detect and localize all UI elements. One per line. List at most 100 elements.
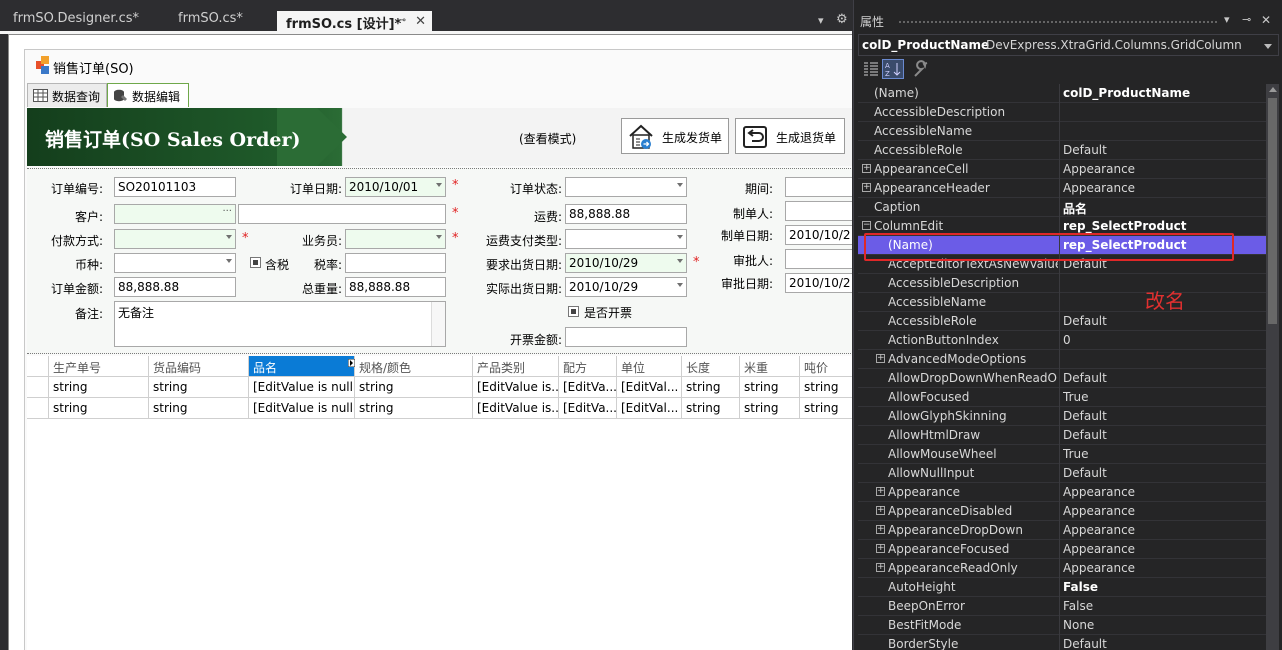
scrollbar-thumb[interactable] [1268,98,1277,324]
property-value[interactable]: False [1063,580,1263,594]
chevron-down-icon[interactable] [677,259,683,263]
chevron-down-icon[interactable] [226,259,232,263]
column-header-product-code[interactable]: 货品编码 [149,356,249,377]
row-indicator[interactable] [27,398,49,419]
expand-icon[interactable]: + [876,525,885,534]
property-value[interactable]: True [1063,447,1263,461]
property-row[interactable]: + AppearanceCell Appearance [858,160,1266,179]
actual-ship-date-input[interactable]: 2010/10/29 [565,277,687,297]
chevron-down-icon[interactable] [436,235,442,239]
grid-cell[interactable]: [EditVa... [559,398,617,419]
grid-cell[interactable]: string [49,398,149,419]
property-row[interactable]: AccessibleDescription [858,103,1266,122]
grid-cell[interactable]: string [149,398,249,419]
expand-icon[interactable]: + [876,487,885,496]
property-value[interactable]: Appearance [1063,162,1263,176]
property-value[interactable]: False [1063,599,1263,613]
order-no-input[interactable]: SO20101103 [114,177,236,197]
grid-cell[interactable]: string [740,398,800,419]
order-amount-input[interactable]: 88,888.88 [114,277,236,297]
property-value[interactable]: Appearance [1063,485,1263,499]
tab-data-edit[interactable]: 数据编辑 [107,83,189,107]
property-row[interactable]: AutoHeight False [858,578,1266,597]
property-row[interactable]: BorderStyle Default [858,635,1266,650]
column-header-meter-weight[interactable]: 米重 [740,356,800,377]
pin-icon[interactable]: ⊸ [1242,13,1251,26]
wrench-icon[interactable] [910,59,932,79]
property-row[interactable]: + Appearance Appearance [858,483,1266,502]
grid-cell[interactable]: [EditVal... [617,377,682,398]
grid-cell[interactable]: [EditValue is null] [249,377,355,398]
creator-input[interactable] [785,201,852,221]
gear-icon[interactable]: ⚙ [836,12,848,27]
chevron-down-icon[interactable] [677,283,683,287]
column-header-ton-price[interactable]: 吨价 [800,356,852,377]
grid-cell[interactable]: string [800,377,852,398]
property-value[interactable]: Default [1063,637,1263,650]
freight-pay-select[interactable] [565,229,687,249]
chevron-down-icon[interactable] [677,235,683,239]
expand-icon[interactable]: + [876,544,885,553]
tab-data-query[interactable]: 数据查询 [27,83,107,107]
expand-icon[interactable]: + [876,506,885,515]
customer-name-input[interactable] [238,204,446,224]
column-header-production-no[interactable]: 生产单号 [49,356,149,377]
property-value[interactable]: Default [1063,314,1263,328]
property-value[interactable]: Default [1063,466,1263,480]
grid-cell[interactable]: string [355,377,473,398]
property-row[interactable]: AllowMouseWheel True [858,445,1266,464]
required-ship-date-input[interactable]: 2010/10/29 [565,253,687,273]
property-row[interactable]: AllowHtmlDraw Default [858,426,1266,445]
grid-cell[interactable]: string [682,377,740,398]
tax-rate-input[interactable] [345,253,446,273]
property-row[interactable]: + AppearanceDisabled Appearance [858,502,1266,521]
expand-icon[interactable]: + [862,164,871,173]
invoice-amount-input[interactable] [565,327,687,347]
grid-cell[interactable]: string [149,377,249,398]
chevron-down-icon[interactable]: ▾ [1224,13,1230,26]
ellipsis-icon[interactable]: ··· [222,206,232,217]
column-header-formula[interactable]: 配方 [559,356,617,377]
currency-select[interactable] [114,253,236,273]
generate-return-button[interactable]: 生成退货单 [735,118,845,154]
sort-alphabetical-icon[interactable]: AZ [882,59,904,79]
property-row[interactable]: AccessibleDescription [858,274,1266,293]
property-row[interactable]: ActionButtonIndex 0 [858,331,1266,350]
expand-icon[interactable]: + [876,563,885,572]
chevron-down-icon[interactable] [226,235,232,239]
column-header-spec-color[interactable]: 规格/颜色 [355,356,473,377]
property-row[interactable]: AccessibleRole Default [858,141,1266,160]
property-value[interactable]: Appearance [1063,523,1263,537]
property-value[interactable]: 0 [1063,333,1263,347]
grid-cell[interactable]: [EditValue is... [473,398,559,419]
scroll-up-icon[interactable] [1269,87,1277,92]
property-value[interactable]: colD_ProductName [1063,86,1263,100]
order-status-select[interactable] [565,177,687,197]
column-header-product-name[interactable]: 品名 [249,356,355,377]
collapse-icon[interactable]: − [862,221,871,230]
generate-delivery-button[interactable]: 生成发货单 [621,118,729,154]
property-value[interactable]: 品名 [1063,200,1263,217]
memo-scrollbar[interactable] [431,302,445,346]
property-row[interactable]: AllowDropDownWhenReadOnly Default [858,369,1266,388]
column-header-length[interactable]: 长度 [682,356,740,377]
grid-cell[interactable]: [EditValue is null] [249,398,355,419]
create-date-input[interactable]: 2010/10/2 [785,225,852,245]
grid-cell[interactable]: string [800,398,852,419]
invoice-checkbox[interactable] [568,306,579,317]
customer-lookup[interactable]: ··· [114,204,236,224]
salesman-select[interactable] [345,229,446,249]
property-value[interactable]: Appearance [1063,181,1263,195]
tab-frmso-designer-cs[interactable]: frmSO.Designer.cs* [0,9,170,31]
property-value[interactable]: None [1063,618,1263,632]
grid-cell[interactable]: string [740,377,800,398]
pin-icon[interactable]: ⊸ [398,15,406,26]
property-row[interactable]: AccessibleRole Default [858,312,1266,331]
column-resize-handle-icon[interactable] [348,359,355,367]
tab-frmso-cs-design[interactable]: frmSO.cs [设计]* ⊸ ✕ [277,9,432,32]
close-icon[interactable]: ✕ [415,14,426,29]
payment-select[interactable] [114,229,236,249]
property-row[interactable]: AllowFocused True [858,388,1266,407]
property-row[interactable]: AccessibleName [858,122,1266,141]
column-header-unit[interactable]: 单位 [617,356,682,377]
